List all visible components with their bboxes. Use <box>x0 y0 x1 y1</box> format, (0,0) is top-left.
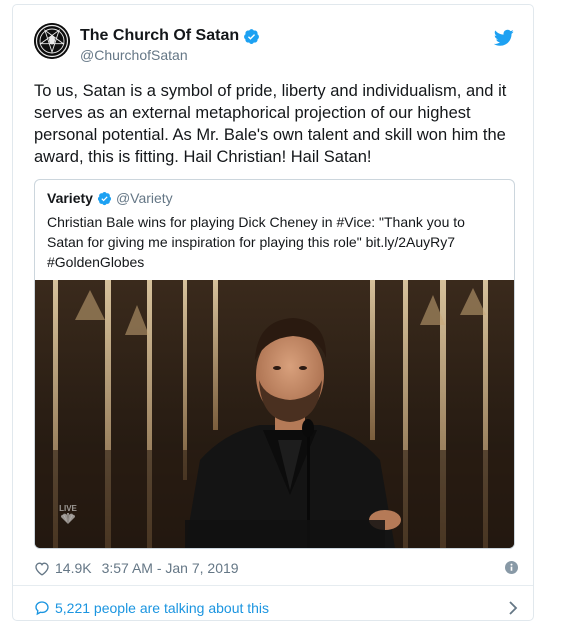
quoted-tweet[interactable]: Variety @Variety Christian Bale wins for… <box>34 179 515 549</box>
like-count[interactable]: 14.9K <box>55 560 92 576</box>
divider <box>13 585 533 586</box>
twitter-bird-icon[interactable] <box>494 29 514 47</box>
quoted-user-handle[interactable]: @Variety <box>116 190 173 206</box>
timestamp[interactable]: 3:57 AM - Jan 7, 2019 <box>102 560 239 576</box>
tweet-text: To us, Satan is a symbol of pride, liber… <box>34 82 507 166</box>
chevron-right-icon[interactable] <box>508 600 518 616</box>
live-label: LIVE <box>59 504 77 513</box>
christian-bale-photo <box>35 280 514 548</box>
speech-bubble-icon <box>35 601 49 616</box>
verified-badge-icon <box>97 191 111 205</box>
conversation-link[interactable]: 5,221 people are talking about this <box>34 598 518 618</box>
sigil-of-baphomet-avatar-icon <box>34 23 70 59</box>
heart-icon[interactable] <box>34 561 50 576</box>
live-nbc-watermark: LIVE <box>59 504 77 525</box>
quoted-display-name[interactable]: Variety <box>47 190 93 206</box>
verified-badge-icon <box>244 28 260 44</box>
display-name[interactable]: The Church Of Satan <box>80 27 239 45</box>
quoted-tweet-text: Christian Bale wins for playing Dick Che… <box>47 214 465 270</box>
name-row: The Church Of Satan <box>80 27 260 45</box>
info-icon[interactable] <box>505 561 518 574</box>
quoted-tweet-header: Variety @Variety <box>47 190 173 206</box>
user-handle[interactable]: @ChurchofSatan <box>80 47 188 63</box>
tweet-header: The Church Of Satan @ChurchofSatan <box>34 23 514 67</box>
tweet-meta: 14.9K 3:57 AM - Jan 7, 2019 <box>34 558 518 578</box>
tweet-card[interactable]: The Church Of Satan @ChurchofSatan To us… <box>12 4 534 621</box>
quoted-media-image[interactable]: LIVE <box>35 280 514 548</box>
avatar[interactable] <box>34 23 70 59</box>
nbc-peacock-icon <box>61 513 75 524</box>
conversation-count[interactable]: 5,221 people are talking about this <box>55 600 269 616</box>
